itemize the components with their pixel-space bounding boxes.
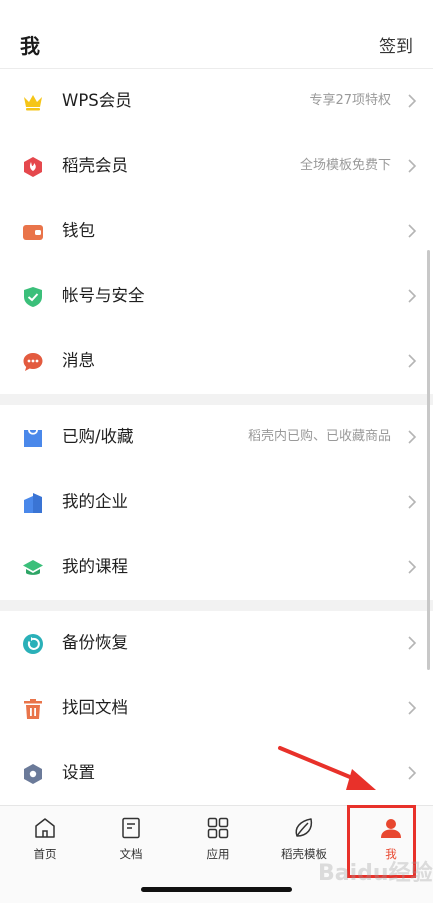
menu-item-label: 帐号与安全 [62, 286, 145, 305]
section-divider [0, 600, 433, 611]
tab-home[interactable]: 首页 [2, 816, 88, 866]
header: 我 签到 [0, 0, 433, 69]
menu-item-wps-member[interactable]: WPS会员 专享27项特权 [0, 69, 433, 134]
chevron-right-icon [405, 765, 419, 781]
menu-item-recover-documents[interactable]: 找回文档 [0, 676, 433, 741]
chevron-right-icon [405, 93, 419, 109]
menu-item-label: 找回文档 [62, 698, 128, 717]
crown-icon [22, 91, 44, 113]
menu-item-hint: 稻壳内已购、已收藏商品 [247, 429, 391, 444]
menu-item-settings[interactable]: 设置 [0, 741, 433, 806]
menu-item-wallet[interactable]: 钱包 [0, 199, 433, 264]
menu-item-label: 设置 [62, 763, 95, 782]
menu-item-hint: 专享27项特权 [309, 93, 391, 108]
tab-label: 首页 [33, 847, 57, 861]
menu-item-my-enterprise[interactable]: 我的企业 [0, 470, 433, 535]
scrollbar[interactable] [427, 250, 430, 670]
checkin-button[interactable]: 签到 [379, 32, 413, 57]
menu-item-backup-restore[interactable]: 备份恢复 [0, 611, 433, 676]
trash-icon [22, 698, 44, 720]
tab-label: 应用 [206, 847, 230, 861]
menu-item-label: 我的企业 [62, 492, 128, 511]
chevron-right-icon [405, 494, 419, 510]
menu-item-purchased-favorites[interactable]: 已购/收藏 稻壳内已购、已收藏商品 [0, 405, 433, 470]
message-icon [22, 351, 44, 373]
document-icon [119, 816, 143, 840]
course-icon [22, 557, 44, 579]
chevron-right-icon [405, 353, 419, 369]
chevron-right-icon [405, 223, 419, 239]
chevron-right-icon [405, 559, 419, 575]
menu-item-label: WPS会员 [62, 91, 132, 110]
home-icon [33, 816, 57, 840]
chevron-right-icon [405, 429, 419, 445]
menu-group-content: 已购/收藏 稻壳内已购、已收藏商品 我的企业 我的课程 [0, 405, 433, 600]
bag-icon [22, 427, 44, 449]
menu-item-label: 稻壳会员 [62, 156, 128, 175]
apps-icon [206, 816, 230, 840]
chevron-right-icon [405, 700, 419, 716]
backup-icon [22, 633, 44, 655]
menu-item-messages[interactable]: 消息 [0, 329, 433, 394]
menu-list: WPS会员 专享27项特权 稻壳会员 全场模板免费下 钱包 帐号与安全 消息 已… [0, 69, 433, 806]
menu-item-label: 我的课程 [62, 557, 128, 576]
settings-icon [22, 763, 44, 785]
docer-icon [22, 156, 44, 178]
wallet-icon [22, 221, 44, 243]
menu-group-tools: 备份恢复 找回文档 设置 [0, 611, 433, 806]
tab-label: 文档 [119, 847, 143, 861]
chevron-right-icon [405, 635, 419, 651]
chevron-right-icon [405, 288, 419, 304]
home-indicator [141, 887, 292, 892]
enterprise-icon [22, 492, 44, 514]
menu-item-docer-member[interactable]: 稻壳会员 全场模板免费下 [0, 134, 433, 199]
menu-item-hint: 全场模板免费下 [299, 158, 391, 173]
section-divider [0, 394, 433, 405]
menu-item-label: 已购/收藏 [62, 427, 134, 446]
menu-item-account-security[interactable]: 帐号与安全 [0, 264, 433, 329]
chevron-right-icon [405, 158, 419, 174]
page-title: 我 [20, 34, 40, 58]
menu-item-label: 消息 [62, 351, 95, 370]
menu-item-my-courses[interactable]: 我的课程 [0, 535, 433, 600]
menu-item-label: 备份恢复 [62, 633, 128, 652]
menu-group-account: WPS会员 专享27项特权 稻壳会员 全场模板免费下 钱包 帐号与安全 消息 [0, 69, 433, 394]
tab-documents[interactable]: 文档 [88, 816, 174, 866]
leaf-icon [292, 816, 316, 840]
menu-item-label: 钱包 [62, 221, 95, 240]
tab-apps[interactable]: 应用 [175, 816, 261, 866]
shield-icon [22, 286, 44, 308]
watermark: Baidu经验 [318, 861, 433, 886]
